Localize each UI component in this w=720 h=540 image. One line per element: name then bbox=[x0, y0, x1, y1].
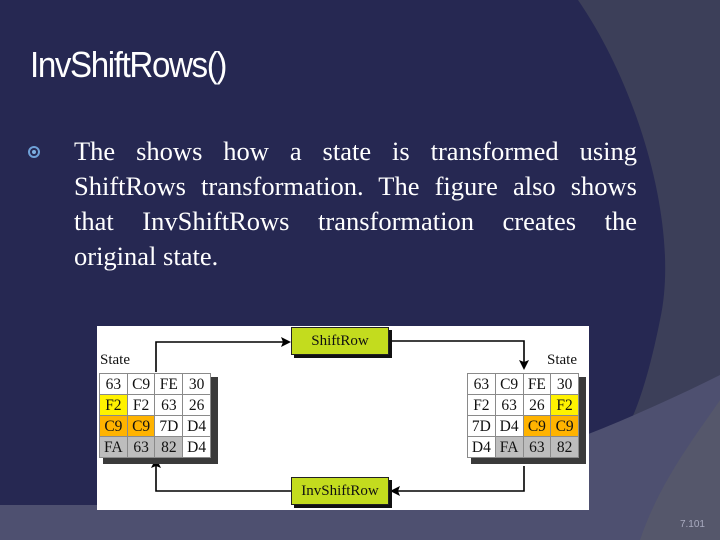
right-state-cell: 82 bbox=[550, 436, 579, 458]
left-state-cell: 82 bbox=[154, 436, 184, 458]
right-state-cell: F2 bbox=[550, 394, 579, 416]
bullet-text: The shows how a state is transformed usi… bbox=[74, 136, 637, 271]
shiftrows-diagram: State 63 C9 FE 30 F2 F2 63 26 C9 C9 7D D4 FA 63 82 D4 S… bbox=[97, 326, 589, 510]
right-state-cell: 26 bbox=[522, 394, 552, 416]
right-state-cell: D4 bbox=[467, 436, 496, 458]
circle-bullet-icon bbox=[28, 146, 40, 158]
right-state-cell: C9 bbox=[550, 415, 579, 437]
arrow-left-to-shiftrow bbox=[155, 341, 287, 372]
right-state-cell: C9 bbox=[522, 415, 552, 437]
left-state-cell: C9 bbox=[126, 373, 156, 395]
left-state-table: 63 C9 FE 30 F2 F2 63 26 C9 C9 7D D4 FA 63 82 D4 bbox=[99, 373, 211, 458]
right-state-label: State bbox=[547, 352, 577, 368]
left-state-cell: 30 bbox=[182, 373, 211, 395]
left-state-cell: 63 bbox=[154, 394, 184, 416]
left-state-cell: D4 bbox=[182, 415, 211, 437]
invshiftrow-box: InvShiftRow bbox=[291, 477, 389, 505]
left-state-cell: C9 bbox=[126, 415, 156, 437]
right-state-cell: 7D bbox=[467, 415, 496, 437]
right-state-cell: 63 bbox=[522, 436, 552, 458]
right-state-row: 63 C9 FE 30 bbox=[467, 373, 579, 395]
right-state-cell: FE bbox=[522, 373, 552, 395]
left-grid-shadow-bottom bbox=[103, 457, 218, 464]
left-state-cell: FE bbox=[154, 373, 184, 395]
right-state-cell: 30 bbox=[550, 373, 579, 395]
right-state-cell: 63 bbox=[467, 373, 496, 395]
left-state-cell: D4 bbox=[182, 436, 211, 458]
left-state-cell: 26 bbox=[182, 394, 211, 416]
left-state-cell: 7D bbox=[154, 415, 184, 437]
arrow-right-to-invshiftrow bbox=[395, 466, 525, 492]
left-state-cell: C9 bbox=[99, 415, 128, 437]
right-state-row: 7D D4 C9 C9 bbox=[467, 415, 579, 437]
shiftrow-box: ShiftRow bbox=[291, 327, 389, 355]
left-state-cell: F2 bbox=[126, 394, 156, 416]
right-state-cell: C9 bbox=[494, 373, 524, 395]
right-state-cell: F2 bbox=[467, 394, 496, 416]
right-state-cell: FA bbox=[494, 436, 524, 458]
left-state-label: State bbox=[100, 352, 130, 368]
right-state-row: D4 FA 63 82 bbox=[467, 436, 579, 458]
arrow-invshiftrow-to-left bbox=[155, 464, 291, 492]
left-state-cell: 63 bbox=[99, 373, 128, 395]
right-grid-shadow-side bbox=[579, 377, 586, 464]
slide-title: InvShiftRows() bbox=[30, 44, 227, 85]
right-state-cell: D4 bbox=[494, 415, 524, 437]
left-state-row: FA 63 82 D4 bbox=[99, 436, 211, 458]
arrow-shiftrow-to-right bbox=[390, 340, 525, 364]
left-state-cell: F2 bbox=[99, 394, 128, 416]
left-state-cell: FA bbox=[99, 436, 128, 458]
right-state-row: F2 63 26 F2 bbox=[467, 394, 579, 416]
left-state-cell: 63 bbox=[126, 436, 156, 458]
left-state-row: F2 F2 63 26 bbox=[99, 394, 211, 416]
left-grid-shadow-side bbox=[211, 377, 218, 464]
page-number: 7.101 bbox=[679, 519, 705, 530]
left-state-row: C9 C9 7D D4 bbox=[99, 415, 211, 437]
left-state-row: 63 C9 FE 30 bbox=[99, 373, 211, 395]
right-state-table: 63 C9 FE 30 F2 63 26 F2 7D D4 C9 C9 D4 FA 63 82 bbox=[467, 373, 579, 458]
right-grid-shadow-bottom bbox=[471, 457, 586, 464]
right-state-cell: 63 bbox=[494, 394, 524, 416]
